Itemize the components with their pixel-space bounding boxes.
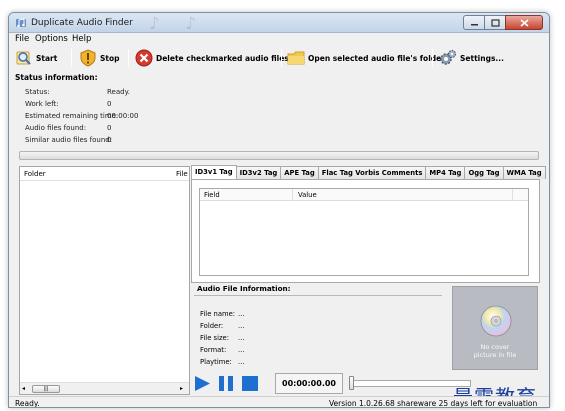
- similar-files-found-value: 0: [107, 136, 112, 144]
- settings-label: Settings...: [460, 53, 504, 63]
- column-file[interactable]: File: [176, 170, 190, 178]
- app-icon: [16, 18, 26, 28]
- tag-tabs: ID3v1 Tag ID3v2 Tag APE Tag Flac Tag Vor…: [191, 165, 546, 180]
- tab-mp4[interactable]: MP4 Tag: [425, 166, 466, 179]
- file-size-label: File size:: [200, 334, 230, 342]
- audio-file-info-title: Audio File Information:: [197, 284, 291, 293]
- play-icon[interactable]: [193, 375, 211, 392]
- status-value: Ready.: [107, 88, 130, 96]
- similar-files-found-label: Similar audio files found:: [25, 136, 113, 144]
- audio-file-info: Audio File Information: File name: ... F…: [191, 284, 443, 366]
- toolbar-separator: [281, 49, 282, 67]
- work-left-label: Work left:: [25, 100, 59, 108]
- status-bar: Ready. Version 1.0.26.68 shareware 25 da…: [9, 396, 549, 408]
- folder-icon: [287, 51, 305, 65]
- delete-icon: [135, 49, 153, 67]
- toolbar-separator: [128, 49, 129, 67]
- window-title: Duplicate Audio Finder: [31, 18, 133, 28]
- delete-button[interactable]: Delete checkmarked audio files...: [135, 48, 297, 68]
- scroll-thumb[interactable]: |||: [32, 385, 60, 393]
- tab-ogg[interactable]: Ogg Tag: [464, 166, 504, 179]
- tag-grid-header: Field Value: [200, 189, 528, 201]
- remaining-time-label: Estimated remaining time:: [25, 112, 119, 120]
- tab-id3v2[interactable]: ID3v2 Tag: [235, 166, 282, 179]
- minimize-icon: [470, 23, 478, 25]
- tag-panel: Field Value: [191, 179, 540, 283]
- work-left-value: 0: [107, 100, 112, 108]
- status-bar-text: Ready.: [15, 399, 40, 408]
- open-folder-label: Open selected audio file's folder: [308, 53, 445, 63]
- start-label: Start: [36, 53, 58, 63]
- magnifier-icon: [16, 51, 31, 65]
- horizontal-scrollbar[interactable]: ◂ ||| ▸: [20, 382, 189, 394]
- no-cover-line1: No cover: [480, 343, 510, 351]
- maximize-button[interactable]: [484, 15, 506, 30]
- title-decoration: ♪ ♪: [149, 14, 207, 34]
- warning-shield-icon: [80, 49, 96, 67]
- tab-flac-vorbis[interactable]: Flac Tag Vorbis Comments: [317, 166, 427, 179]
- title-bar[interactable]: Duplicate Audio Finder ♪ ♪: [9, 13, 549, 34]
- format-value: ...: [238, 346, 245, 354]
- stop-button[interactable]: Stop: [79, 48, 120, 68]
- scroll-left-icon[interactable]: ◂: [22, 385, 29, 392]
- menu-bar: File Options Help: [9, 33, 549, 46]
- close-button[interactable]: [505, 15, 543, 30]
- gear-icon: [440, 49, 457, 65]
- status-info-title: Status information:: [15, 73, 98, 82]
- tab-ape[interactable]: APE Tag: [280, 166, 319, 179]
- divider: [194, 295, 442, 296]
- no-cover-line2: picture in file: [473, 351, 517, 359]
- remaining-time-value: 00:00:00: [107, 112, 139, 120]
- seek-thumb[interactable]: [349, 376, 354, 390]
- toolbar: Start Stop Delete checkmarked audio file…: [9, 46, 549, 70]
- status-label: Status:: [25, 88, 50, 96]
- stop-label: Stop: [100, 53, 120, 63]
- cd-icon: [480, 305, 512, 337]
- open-folder-button[interactable]: Open selected audio file's folder: [287, 48, 445, 68]
- column-divider[interactable]: [512, 189, 513, 201]
- scan-progress-bar: [19, 151, 539, 160]
- close-icon: [519, 18, 529, 27]
- file-name-value: ...: [238, 310, 245, 318]
- start-button[interactable]: Start: [15, 48, 57, 68]
- folder-value: ...: [238, 322, 245, 330]
- tab-id3v1[interactable]: ID3v1 Tag: [191, 165, 237, 180]
- scroll-right-icon[interactable]: ▸: [180, 385, 187, 392]
- column-field[interactable]: Field: [204, 191, 220, 199]
- playback-time: 00:00:00.00: [275, 373, 343, 394]
- window-controls: [463, 15, 543, 30]
- menu-help[interactable]: Help: [72, 34, 91, 44]
- maximize-icon: [490, 18, 500, 27]
- results-list[interactable]: Folder File ◂ ||| ▸: [19, 166, 190, 395]
- format-label: Format:: [200, 346, 227, 354]
- results-list-header: Folder File: [20, 167, 189, 181]
- minimize-button[interactable]: [463, 15, 485, 30]
- column-value[interactable]: Value: [298, 191, 317, 199]
- toolbar-separator: [71, 49, 72, 67]
- file-name-label: File name:: [200, 310, 236, 318]
- menu-options[interactable]: Options: [35, 34, 68, 44]
- cover-art: No cover picture in file: [452, 286, 538, 370]
- column-folder[interactable]: Folder: [24, 170, 46, 178]
- folder-label: Folder:: [200, 322, 224, 330]
- tag-grid[interactable]: Field Value: [199, 188, 529, 276]
- playtime-label: Playtime:: [200, 358, 232, 366]
- audio-files-found-label: Audio files found:: [25, 124, 87, 132]
- tab-wma[interactable]: WMA Tag: [502, 166, 546, 179]
- menu-file[interactable]: File: [15, 34, 29, 44]
- delete-label: Delete checkmarked audio files...: [156, 53, 298, 63]
- file-size-value: ...: [238, 334, 245, 342]
- playtime-value: ...: [238, 358, 245, 366]
- version-info: Version 1.0.26.68 shareware 25 days left…: [329, 399, 538, 408]
- column-divider[interactable]: [292, 189, 293, 201]
- no-cover-text: No cover picture in file: [453, 343, 537, 359]
- pause-icon[interactable]: [217, 375, 235, 392]
- stop-playback-icon[interactable]: [241, 375, 259, 392]
- toolbar-separator: [432, 49, 433, 67]
- app-window: Duplicate Audio Finder ♪ ♪ File Options …: [8, 12, 550, 408]
- audio-files-found-value: 0: [107, 124, 112, 132]
- settings-button[interactable]: Settings...: [439, 48, 504, 68]
